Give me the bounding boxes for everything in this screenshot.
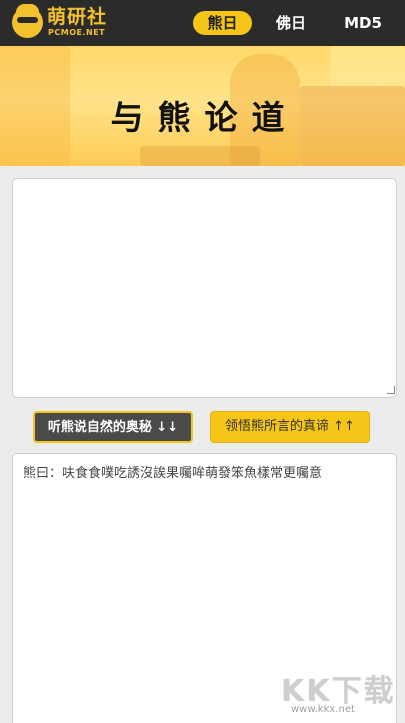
main-nav: 熊日 佛日 MD5 <box>0 0 405 46</box>
nav-tab-buddha[interactable]: 佛日 <box>266 11 316 35</box>
top-navigation-bar: 萌研社 PCMOE.NET 熊日 佛日 MD5 <box>0 0 405 46</box>
hero-banner: 与熊论道 <box>0 46 405 166</box>
resize-handle[interactable] <box>387 386 395 394</box>
ciphertext-output[interactable]: 熊曰：呋食食噗吃誘沒誒果囑哞萌發笨魚樣常更囑意 <box>12 453 397 723</box>
nav-tab-md5[interactable]: MD5 <box>336 11 390 35</box>
encode-button[interactable]: 领悟熊所言的真谛 ↑↑ <box>210 411 370 443</box>
nav-tab-bear[interactable]: 熊日 <box>193 11 252 35</box>
plaintext-input[interactable] <box>12 178 397 398</box>
decode-button[interactable]: 听熊说自然的奥秘 ↓↓ <box>33 411 193 443</box>
page-title: 与熊论道 <box>110 98 299 137</box>
